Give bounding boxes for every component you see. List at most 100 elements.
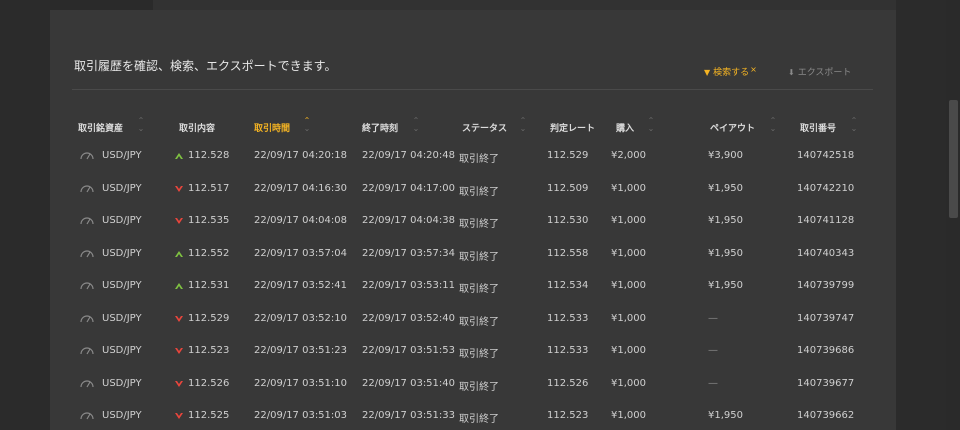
gauge-icon (80, 314, 94, 322)
cell-end-time: 22/09/17 03:51:33 (362, 410, 456, 421)
gauge-icon (80, 152, 94, 160)
table-row[interactable]: USD/JPY 112.531 22/09/17 03:52:41 22/09/17 … (50, 270, 896, 300)
cell-entry: 112.517 (188, 182, 230, 194)
cell-entry: 112.531 (188, 280, 230, 291)
active-tab[interactable] (50, 0, 153, 10)
cell-payout: ¥1,950 (708, 215, 743, 226)
sort-icon[interactable]: ⌃ ⌄ (646, 117, 656, 133)
cell-purchase: ¥1,000 (611, 410, 646, 421)
cell-status: 取引終了 (459, 251, 499, 263)
cell-status: 取引終了 (459, 219, 499, 230)
cell-purchase: ¥1,000 (611, 247, 646, 259)
search-button-label: 検索する (713, 68, 750, 78)
cell-end-time: 22/09/17 03:51:40 (362, 377, 456, 389)
column-header-end_time[interactable]: 終了時刻 (362, 121, 398, 134)
cell-entry: 112.552 (188, 247, 230, 259)
cell-status: 取引終了 (459, 349, 499, 360)
sort-icon[interactable]: ⌃ ⌄ (411, 117, 421, 133)
arrow-down-icon (175, 315, 183, 322)
table-row[interactable]: USD/JPY 112.552 22/09/17 03:57:04 22/09/17 … (50, 238, 896, 268)
cell-trade-no: 140742210 (797, 182, 855, 194)
cell-rate: 112.509 (547, 182, 589, 194)
cell-payout: — (708, 377, 718, 389)
cell-asset: USD/JPY (102, 377, 142, 389)
cell-purchase: ¥1,000 (611, 345, 646, 356)
arrow-up-icon (175, 283, 183, 289)
arrow-down-icon (175, 348, 183, 354)
cell-status: 取引終了 (459, 284, 499, 295)
cell-status: 取引終了 (459, 154, 499, 165)
cell-end-time: 22/09/17 03:52:40 (362, 312, 456, 324)
column-header-content[interactable]: 取引内容 (179, 121, 215, 134)
column-header-trade_no[interactable]: 取引番号 (800, 121, 836, 134)
table-row[interactable]: USD/JPY 112.535 22/09/17 04:04:08 22/09/17 … (50, 205, 896, 235)
column-header-asset[interactable]: 取引銘資産 (78, 121, 123, 134)
table-row[interactable]: USD/JPY 112.517 22/09/17 04:16:30 22/09/17 … (50, 173, 896, 203)
cell-status: 取引終了 (459, 316, 499, 328)
cell-purchase: ¥1,000 (611, 280, 646, 291)
sort-icon[interactable]: ⌃ ⌄ (302, 117, 312, 133)
cell-trade-time: 22/09/17 03:51:03 (254, 410, 348, 421)
sort-icon[interactable]: ⌃ ⌄ (849, 117, 859, 133)
column-header-trade_time[interactable]: 取引時間 (254, 121, 290, 134)
page-description: 取引履歴を確認、検索、エクスポートできます。 (74, 59, 337, 73)
cell-entry: 112.529 (188, 312, 230, 324)
cell-trade-time: 22/09/17 04:04:08 (254, 215, 348, 226)
arrow-down-icon (175, 413, 183, 419)
column-header-payout[interactable]: ペイアウト (710, 121, 755, 134)
column-header-rate[interactable]: 判定レート (550, 121, 595, 134)
sort-icon[interactable]: ⌃ ⌄ (768, 117, 778, 133)
scrollbar-thumb[interactable] (949, 100, 958, 218)
cell-asset: USD/JPY (102, 247, 142, 259)
header-divider (72, 89, 873, 90)
sort-icon[interactable]: ⌃ ⌄ (136, 117, 146, 133)
sort-icon[interactable]: ⌃ ⌄ (518, 117, 528, 133)
cell-purchase: ¥1,000 (611, 182, 646, 194)
cell-asset: USD/JPY (102, 182, 142, 194)
cell-asset: USD/JPY (102, 215, 142, 226)
cell-trade-no: 140740343 (797, 247, 855, 259)
cell-trade-no: 140741128 (797, 215, 855, 226)
cell-payout: — (708, 345, 718, 356)
search-button[interactable]: ▼ 検索する× (704, 65, 757, 78)
cell-asset: USD/JPY (102, 150, 142, 161)
cell-purchase: ¥2,000 (611, 150, 646, 161)
gauge-icon (80, 412, 94, 420)
cell-rate: 112.529 (547, 150, 589, 161)
gauge-icon (80, 249, 94, 257)
cell-payout: ¥1,950 (708, 410, 743, 421)
cell-asset: USD/JPY (102, 345, 142, 356)
gauge-icon (80, 217, 94, 225)
cell-purchase: ¥1,000 (611, 215, 646, 226)
cell-rate: 112.526 (547, 377, 589, 389)
table-row[interactable]: USD/JPY 112.525 22/09/17 03:51:03 22/09/17 … (50, 400, 896, 430)
column-header-purchase[interactable]: 購入 (616, 121, 634, 134)
cell-end-time: 22/09/17 04:17:00 (362, 182, 456, 194)
table-row[interactable]: USD/JPY 112.523 22/09/17 03:51:23 22/09/17 … (50, 335, 896, 365)
table-row[interactable]: USD/JPY 112.529 22/09/17 03:52:10 22/09/17 … (50, 303, 896, 333)
cell-end-time: 22/09/17 03:51:53 (362, 345, 456, 356)
column-header-status[interactable]: ステータス (462, 121, 507, 134)
cell-rate: 112.530 (547, 215, 589, 226)
cell-purchase: ¥1,000 (611, 377, 646, 389)
table-row[interactable]: USD/JPY 112.528 22/09/17 04:20:18 22/09/17 … (50, 140, 896, 170)
table-row[interactable]: USD/JPY 112.526 22/09/17 03:51:10 22/09/17 … (50, 368, 896, 398)
cell-trade-no: 140739747 (797, 312, 855, 324)
cell-asset: USD/JPY (102, 410, 142, 421)
cell-payout: ¥1,950 (708, 182, 743, 194)
cell-status: 取引終了 (459, 381, 499, 393)
cell-trade-time: 22/09/17 03:52:10 (254, 312, 348, 324)
cell-trade-time: 22/09/17 04:20:18 (254, 150, 348, 161)
cell-payout: ¥3,900 (708, 150, 743, 161)
cell-payout: ¥1,950 (708, 247, 743, 259)
cell-trade-no: 140739686 (797, 345, 855, 356)
cell-rate: 112.533 (547, 345, 589, 356)
arrow-up-icon (175, 250, 183, 257)
cell-trade-no: 140742518 (797, 150, 855, 161)
trade-history-panel: 取引履歴を確認、検索、エクスポートできます。 ▼ 検索する× ⬇ エクスポート 取引… (50, 10, 896, 430)
export-button[interactable]: ⬇ エクスポート (788, 65, 851, 78)
close-icon[interactable]: × (750, 65, 757, 74)
cell-purchase: ¥1,000 (611, 312, 646, 324)
export-button-label: エクスポート (797, 68, 852, 78)
cell-trade-no: 140739662 (797, 410, 855, 421)
